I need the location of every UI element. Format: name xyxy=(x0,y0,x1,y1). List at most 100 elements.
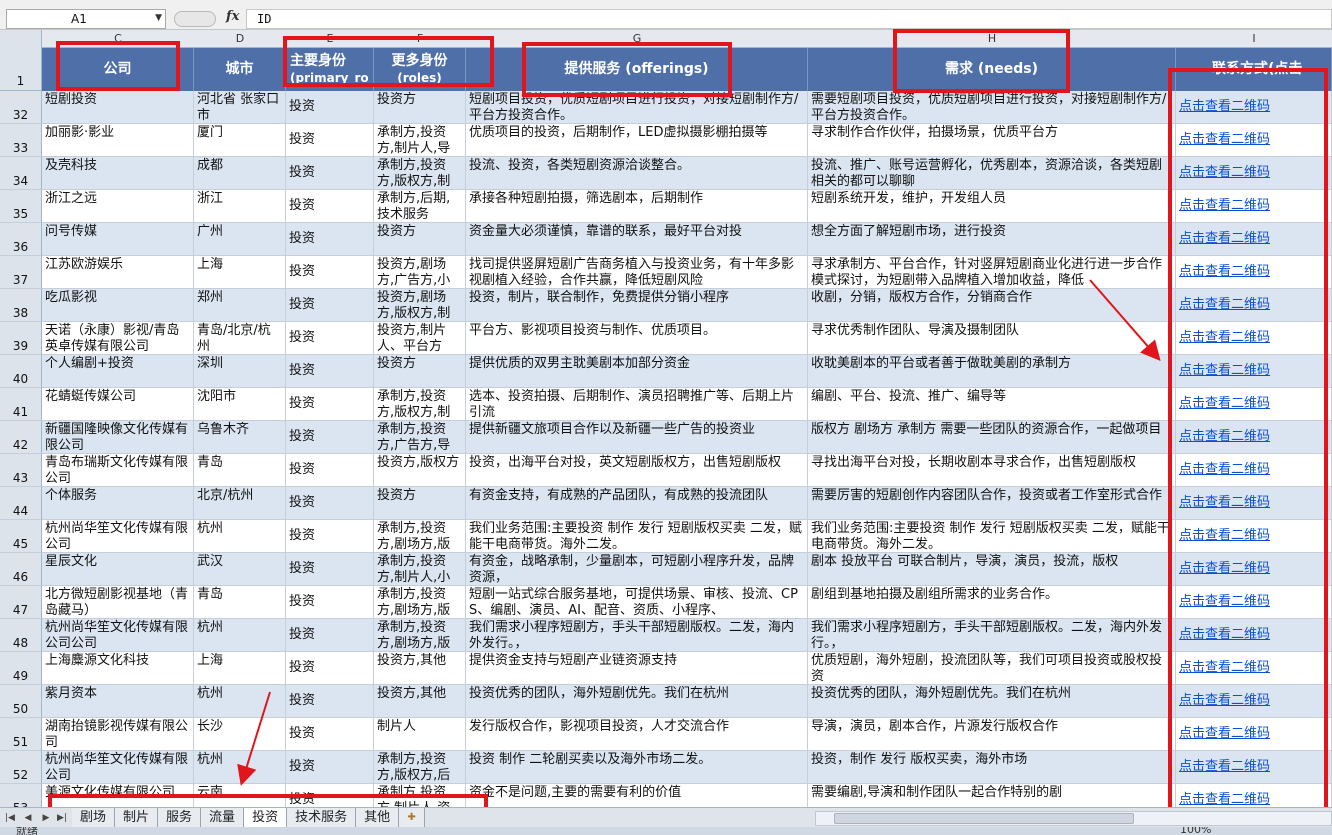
last-sheet-icon[interactable]: ▶| xyxy=(56,811,68,825)
cell-company[interactable]: 加丽影·影业 xyxy=(42,124,194,157)
cell-company[interactable]: 江苏欧游娱乐 xyxy=(42,256,194,289)
cell-primary-role[interactable]: 投资 xyxy=(286,718,374,751)
first-sheet-icon[interactable]: |◀ xyxy=(4,811,16,825)
cell-primary-role[interactable]: 投资 xyxy=(286,454,374,487)
cell-city[interactable]: 青岛/北京/杭州 xyxy=(194,322,286,355)
cell-primary-role[interactable]: 投资 xyxy=(286,124,374,157)
cell-offerings[interactable]: 提供资金支持与短剧产业链资源支持 xyxy=(466,652,808,685)
cell-needs[interactable]: 需要短剧项目投资，优质短剧项目进行投资，对接短剧制作方/平台方投资合作。 xyxy=(808,91,1176,124)
cell-city[interactable]: 成都 xyxy=(194,157,286,190)
cell-company[interactable]: 紫月资本 xyxy=(42,685,194,718)
cell-needs[interactable]: 短剧系统开发，维护，开发组人员 xyxy=(808,190,1176,223)
chevron-down-icon[interactable]: ▼ xyxy=(155,13,162,23)
sheet-tab[interactable]: 投资 xyxy=(244,808,288,828)
column-header-d[interactable]: D xyxy=(194,32,286,45)
sheet-tab[interactable]: 制片 xyxy=(115,808,159,828)
cell-offerings[interactable]: 有资金支持，有成熟的产品团队，有成熟的投流团队 xyxy=(466,487,808,520)
cell-needs[interactable]: 寻求制作合作伙伴，拍摄场景，优质平台方 xyxy=(808,124,1176,157)
cell-city[interactable]: 武汉 xyxy=(194,553,286,586)
cell-roles[interactable]: 承制方,投资方,制片人,小 xyxy=(374,553,466,586)
cell-company[interactable]: 吃瓜影视 xyxy=(42,289,194,322)
cell-city[interactable]: 浙江 xyxy=(194,190,286,223)
cell-roles[interactable]: 投资方,制片人、平台方 xyxy=(374,322,466,355)
cell-city[interactable]: 河北省 张家口市 xyxy=(194,91,286,124)
cell-offerings[interactable]: 资金不是问题,主要的需要有利的价值 xyxy=(466,784,808,807)
cell-city[interactable]: 青岛 xyxy=(194,586,286,619)
formula-input[interactable]: ID xyxy=(246,9,1332,29)
cell-needs[interactable]: 想全方面了解短剧市场，进行投资 xyxy=(808,223,1176,256)
cell-needs[interactable]: 剧组到基地拍摄及剧组所需求的业务合作。 xyxy=(808,586,1176,619)
cell-primary-role[interactable]: 投资 xyxy=(286,586,374,619)
cell-offerings[interactable]: 有资金，战略承制，少量剧本，可短剧小程序升发，品牌资源， xyxy=(466,553,808,586)
row-number[interactable]: 48 xyxy=(0,619,42,652)
cell-needs[interactable]: 剧本 投放平台 可联合制片，导演，演员，投流，版权 xyxy=(808,553,1176,586)
scrollbar-thumb[interactable] xyxy=(834,813,1134,824)
name-box[interactable]: A1 ▼ xyxy=(6,9,166,29)
row-number[interactable]: 1 xyxy=(0,48,42,91)
formula-bar-resize-handle[interactable] xyxy=(174,11,216,27)
header-city[interactable]: 城市 xyxy=(194,48,286,91)
cell-roles[interactable]: 投资方 xyxy=(374,487,466,520)
cell-primary-role[interactable]: 投资 xyxy=(286,421,374,454)
cell-company[interactable]: 星辰文化 xyxy=(42,553,194,586)
cell-primary-role[interactable]: 投资 xyxy=(286,190,374,223)
cell-primary-role[interactable]: 投资 xyxy=(286,256,374,289)
cell-company[interactable]: 问号传媒 xyxy=(42,223,194,256)
cell-needs[interactable]: 投资，制作 发行 版权买卖，海外市场 xyxy=(808,751,1176,784)
cell-offerings[interactable]: 平台方、影视项目投资与制作、优质项目。 xyxy=(466,322,808,355)
cell-city[interactable]: 深圳 xyxy=(194,355,286,388)
cell-offerings[interactable]: 选本、投资拍摄、后期制作、演员招聘推广等、后期上片引流 xyxy=(466,388,808,421)
cell-city[interactable]: 乌鲁木齐 xyxy=(194,421,286,454)
row-number[interactable]: 41 xyxy=(0,388,42,421)
cell-roles[interactable]: 投资方,剧场方,广告方,小 xyxy=(374,256,466,289)
cell-roles[interactable]: 承制方,投资方,剧场方,版 xyxy=(374,619,466,652)
cell-needs[interactable]: 寻找出海平台对投，长期收剧本寻求合作，出售短剧版权 xyxy=(808,454,1176,487)
cell-company[interactable]: 上海麋源文化科技 xyxy=(42,652,194,685)
cell-roles[interactable]: 投资方,其他 xyxy=(374,652,466,685)
cell-offerings[interactable]: 我们需求小程序短剧方，手头干部短剧版权。二发，海内外发行。， xyxy=(466,619,808,652)
cell-city[interactable]: 杭州 xyxy=(194,619,286,652)
row-number[interactable]: 53 xyxy=(0,784,42,807)
sheet-tab[interactable]: 剧场 xyxy=(72,808,116,828)
cell-primary-role[interactable]: 投资 xyxy=(286,322,374,355)
function-icon[interactable]: fx xyxy=(226,9,239,24)
cell-company[interactable]: 新疆国隆映像文化传媒有限公司 xyxy=(42,421,194,454)
cell-offerings[interactable]: 提供优质的双男主耽美剧本加部分资金 xyxy=(466,355,808,388)
row-number[interactable]: 50 xyxy=(0,685,42,718)
row-number[interactable]: 36 xyxy=(0,223,42,256)
cell-primary-role[interactable]: 投资 xyxy=(286,619,374,652)
cell-offerings[interactable]: 提供新疆文旅项目合作以及新疆一些广告的投资业 xyxy=(466,421,808,454)
cell-offerings[interactable]: 投资 制作 二轮剧买卖以及海外市场二发。 xyxy=(466,751,808,784)
cell-offerings[interactable]: 我们业务范围:主要投资 制作 发行 短剧版权买卖 二发，赋能干电商带货。海外二发… xyxy=(466,520,808,553)
sheet-tab[interactable]: 流量 xyxy=(201,808,245,828)
cell-city[interactable]: 上海 xyxy=(194,652,286,685)
cell-offerings[interactable]: 投资，制片，联合制作，免费提供分销小程序 xyxy=(466,289,808,322)
cell-company[interactable]: 天诺（永康）影视/青岛英卓传媒有限公司 xyxy=(42,322,194,355)
row-number[interactable]: 52 xyxy=(0,751,42,784)
cell-roles[interactable]: 投资方 xyxy=(374,91,466,124)
cell-offerings[interactable]: 资金量大必须谨慎，靠谱的联系，最好平台对投 xyxy=(466,223,808,256)
cell-needs[interactable]: 寻求承制方、平台合作，针对竖屏短剧商业化进行进一步合作模式探讨，为短剧带入品牌植… xyxy=(808,256,1176,289)
cell-primary-role[interactable]: 投资 xyxy=(286,751,374,784)
row-number[interactable]: 49 xyxy=(0,652,42,685)
cell-company[interactable]: 浙江之远 xyxy=(42,190,194,223)
cell-company[interactable]: 个人编剧+投资 xyxy=(42,355,194,388)
cell-primary-role[interactable]: 投资 xyxy=(286,91,374,124)
cell-city[interactable]: 上海 xyxy=(194,256,286,289)
cell-needs[interactable]: 寻求优秀制作团队、导演及摄制团队 xyxy=(808,322,1176,355)
cell-roles[interactable]: 承制方,后期,技术服务 xyxy=(374,190,466,223)
row-number[interactable]: 35 xyxy=(0,190,42,223)
cell-offerings[interactable]: 投资，出海平台对投，英文短剧版权方，出售短剧版权 xyxy=(466,454,808,487)
cell-primary-role[interactable]: 投资 xyxy=(286,487,374,520)
cell-needs[interactable]: 我们业务范围:主要投资 制作 发行 短剧版权买卖 二发，赋能干电商带货。海外二发… xyxy=(808,520,1176,553)
cell-primary-role[interactable]: 投资 xyxy=(286,289,374,322)
row-number[interactable]: 44 xyxy=(0,487,42,520)
cell-offerings[interactable]: 优质项目的投资，后期制作，LED虚拟摄影棚拍摄等 xyxy=(466,124,808,157)
row-number[interactable]: 40 xyxy=(0,355,42,388)
cell-needs[interactable]: 我们需求小程序短剧方，手头干部短剧版权。二发，海内外发行。， xyxy=(808,619,1176,652)
sheet-tab[interactable]: 服务 xyxy=(158,808,202,828)
cell-city[interactable]: 青岛 xyxy=(194,454,286,487)
row-number[interactable]: 32 xyxy=(0,91,42,124)
row-number[interactable]: 46 xyxy=(0,553,42,586)
cell-city[interactable]: 广州 xyxy=(194,223,286,256)
